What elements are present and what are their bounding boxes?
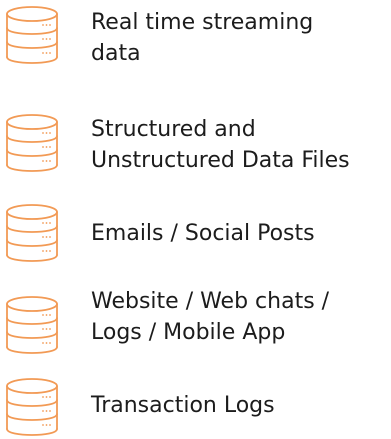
database-icon <box>6 6 58 64</box>
list-item: Emails / Social Posts <box>0 196 391 276</box>
list-item-label-line-1: Transaction Logs <box>91 393 275 418</box>
list-item-label: Website / Web chats / Logs / Mobile App <box>91 286 391 348</box>
list-item-label-line-2: data <box>91 41 141 66</box>
database-icon <box>6 296 58 354</box>
list-item: Website / Web chats / Logs / Mobile App <box>0 280 391 360</box>
list-item-label-line-1: Emails / Social Posts <box>91 221 315 246</box>
list-item: Structured and Unstructured Data Files <box>0 104 391 184</box>
list-item-label-line-1: Structured and <box>91 117 256 142</box>
list-item: Transaction Logs <box>0 372 391 439</box>
list-item: Real time streaming data <box>0 0 391 80</box>
list-item-label: Emails / Social Posts <box>91 218 391 249</box>
list-item-label-line-2: Logs / Mobile App <box>91 320 286 345</box>
list-item-label: Structured and Unstructured Data Files <box>91 114 391 176</box>
list-item-label-line-1: Real time streaming <box>91 10 314 35</box>
database-icon <box>6 378 58 436</box>
list-item-label-line-1: Website / Web chats / <box>91 289 330 314</box>
database-icon <box>6 204 58 262</box>
list-item-label: Real time streaming data <box>91 7 391 69</box>
data-sources-list: Real time streaming data Structured and … <box>0 0 391 439</box>
list-item-label-line-2: Unstructured Data Files <box>91 148 350 173</box>
database-icon <box>6 114 58 172</box>
list-item-label: Transaction Logs <box>91 390 391 421</box>
